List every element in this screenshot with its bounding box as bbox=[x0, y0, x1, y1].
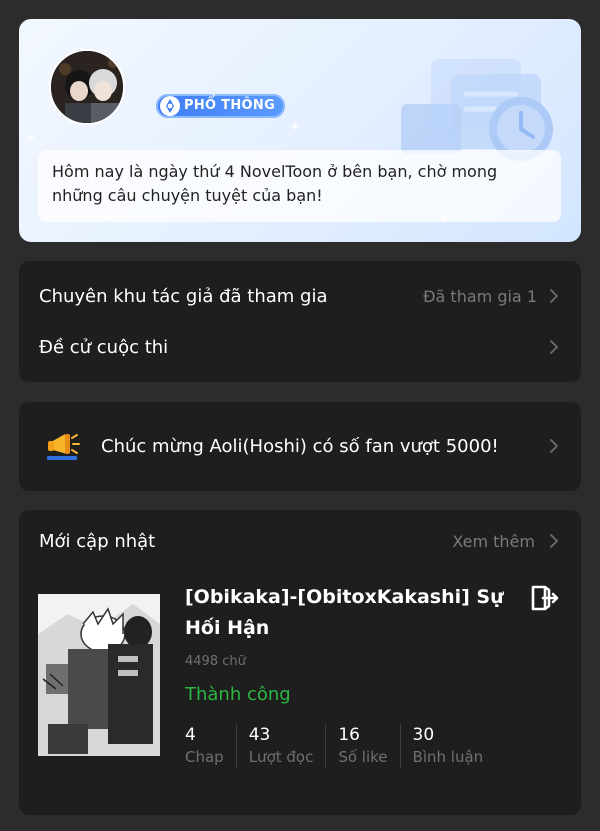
welcome-message: Hôm nay là ngày thứ 4 NovelToon ở bên bạ… bbox=[38, 150, 561, 222]
megaphone-icon bbox=[47, 434, 80, 460]
contest-nomination-label: Đề cử cuộc thi bbox=[39, 336, 169, 358]
announcement-row[interactable]: Chúc mừng Aoli(Hoshi) có số fan vượt 500… bbox=[19, 428, 581, 464]
level-icon bbox=[160, 96, 180, 116]
word-count: 4498 chữ bbox=[185, 654, 246, 669]
stat-comments: 30 Bình luận bbox=[399, 724, 496, 768]
avatar-image bbox=[51, 51, 123, 123]
announcement-card[interactable]: Chúc mừng Aoli(Hoshi) có số fan vượt 500… bbox=[19, 402, 581, 491]
section-title: Mới cập nhật bbox=[39, 530, 156, 552]
stat-likes: 16 Số like bbox=[325, 724, 399, 768]
sparkle-icon: ✦ bbox=[25, 131, 37, 147]
stat-label: Chap bbox=[185, 748, 224, 766]
level-badge: PHỔ THÔNG bbox=[156, 94, 286, 118]
work-stats: 4 Chap 43 Lượt đọc 16 Số like 30 Bình lu… bbox=[185, 724, 495, 768]
stat-label: Số like bbox=[338, 748, 388, 766]
chevron-right-icon bbox=[550, 340, 558, 354]
stat-value: 4 bbox=[185, 725, 196, 745]
work-title[interactable]: [Obikaka]-[ObitoxKakashi] Sự Hối Hận bbox=[185, 582, 505, 644]
announcement-text: Chúc mừng Aoli(Hoshi) có số fan vượt 500… bbox=[101, 435, 499, 457]
stat-value: 30 bbox=[412, 725, 435, 745]
chevron-right-icon bbox=[550, 439, 558, 453]
joined-author-zones-label: Chuyên khu tác giả đã tham gia bbox=[39, 285, 328, 307]
sparkle-icon: ✦ bbox=[289, 119, 301, 135]
joined-count: Đã tham gia 1 bbox=[423, 286, 537, 306]
recent-updates-card: Mới cập nhật Xem thêm [Obikaka]-[ObitoxK… bbox=[19, 510, 581, 815]
stat-value: 16 bbox=[338, 725, 360, 745]
status-badge: Thành công bbox=[185, 684, 291, 705]
avatar[interactable] bbox=[49, 49, 125, 125]
contest-nomination-row[interactable]: Đề cử cuộc thi bbox=[19, 332, 581, 362]
author-menu-card: Chuyên khu tác giả đã tham gia Đã tham g… bbox=[19, 261, 581, 382]
stat-reads: 43 Lượt đọc bbox=[235, 724, 326, 768]
chevron-right-icon[interactable] bbox=[547, 534, 561, 548]
profile-card: ✦ ✦ ✦ ✦ PHỔ THÔNG Hôm nay là ngày thứ 4 … bbox=[19, 19, 581, 242]
work-cover-image[interactable] bbox=[38, 594, 160, 756]
stat-value: 43 bbox=[248, 725, 271, 745]
exit-icon[interactable] bbox=[529, 584, 559, 612]
level-badge-label: PHỔ THÔNG bbox=[184, 98, 276, 113]
stat-label: Bình luận bbox=[412, 748, 484, 766]
recent-updates-header: Mới cập nhật Xem thêm bbox=[19, 526, 581, 556]
chevron-right-icon bbox=[550, 289, 558, 303]
see-more-link[interactable]: Xem thêm bbox=[452, 532, 535, 551]
stat-chapters: 4 Chap bbox=[185, 724, 236, 768]
joined-author-zones-row[interactable]: Chuyên khu tác giả đã tham gia Đã tham g… bbox=[19, 281, 581, 311]
stat-label: Lượt đọc bbox=[248, 748, 314, 766]
